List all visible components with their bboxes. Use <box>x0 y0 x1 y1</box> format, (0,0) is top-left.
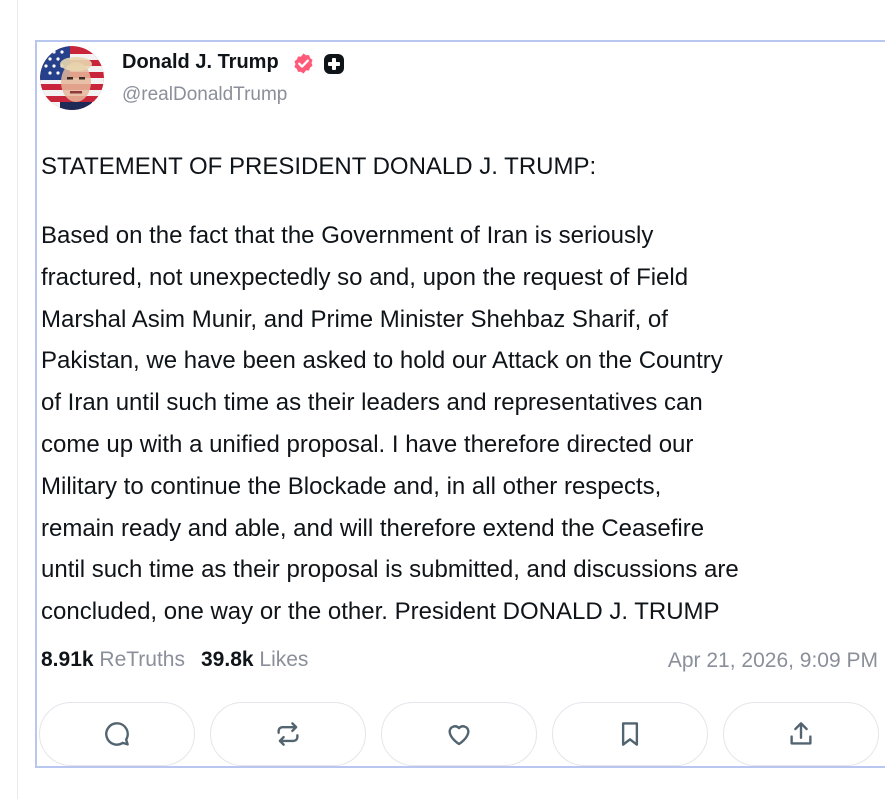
bookmark-icon <box>621 722 639 746</box>
share-icon <box>790 722 812 745</box>
post-body-line: fractured, not unexpectedly so and, upon… <box>41 263 689 291</box>
post-body-line: Marshal Asim Munir, and Prime Minister S… <box>41 305 668 333</box>
retruths-count: 8.91k <box>41 648 94 671</box>
post-body-line: until such time as their proposal is sub… <box>41 556 739 584</box>
page-divider <box>17 0 18 799</box>
plus-badge-icon <box>324 54 344 74</box>
post-heading: STATEMENT OF PRESIDENT DONALD J. TRUMP: <box>41 153 597 180</box>
verified-badge-icon <box>294 53 313 74</box>
post-body-line: of Iran until such time as their leaders… <box>41 389 703 417</box>
post-body: Based on the fact that the Government of… <box>41 215 886 633</box>
post-body-line: Based on the fact that the Government of… <box>41 222 654 249</box>
post-body-line: Military to continue the Blockade and, i… <box>41 472 662 500</box>
retruth-button[interactable] <box>210 702 366 766</box>
like-button[interactable] <box>381 702 537 766</box>
like-icon <box>448 725 470 746</box>
likes-label: Likes <box>259 648 309 671</box>
retruths-stat[interactable]: 8.91k ReTruths <box>41 648 185 671</box>
author-handle[interactable]: @realDonaldTrump <box>122 84 287 106</box>
likes-stat[interactable]: 39.8k Likes <box>201 648 308 671</box>
post-stats: 8.91k ReTruths 39.8k Likes <box>41 648 308 672</box>
retruth-icon <box>277 722 299 746</box>
reply-button[interactable] <box>39 702 195 766</box>
avatar-image <box>40 46 104 110</box>
author-name[interactable]: Donald J. Trump <box>122 51 279 74</box>
post-body-line: remain ready and able, and will therefor… <box>41 514 705 542</box>
likes-count: 39.8k <box>201 648 254 671</box>
post-body-line: Pakistan, we have been asked to hold our… <box>41 347 723 375</box>
avatar[interactable] <box>40 46 104 110</box>
retruths-label: ReTruths <box>99 648 185 671</box>
share-button[interactable] <box>723 702 879 766</box>
post-body-line: concluded, one way or the other. Preside… <box>41 598 720 626</box>
post-body-line: come up with a unified proposal. I have … <box>41 430 694 458</box>
bookmark-button[interactable] <box>552 702 708 766</box>
post-timestamp[interactable]: Apr 21, 2026, 9:09 PM <box>668 649 878 673</box>
reply-icon <box>105 722 129 746</box>
